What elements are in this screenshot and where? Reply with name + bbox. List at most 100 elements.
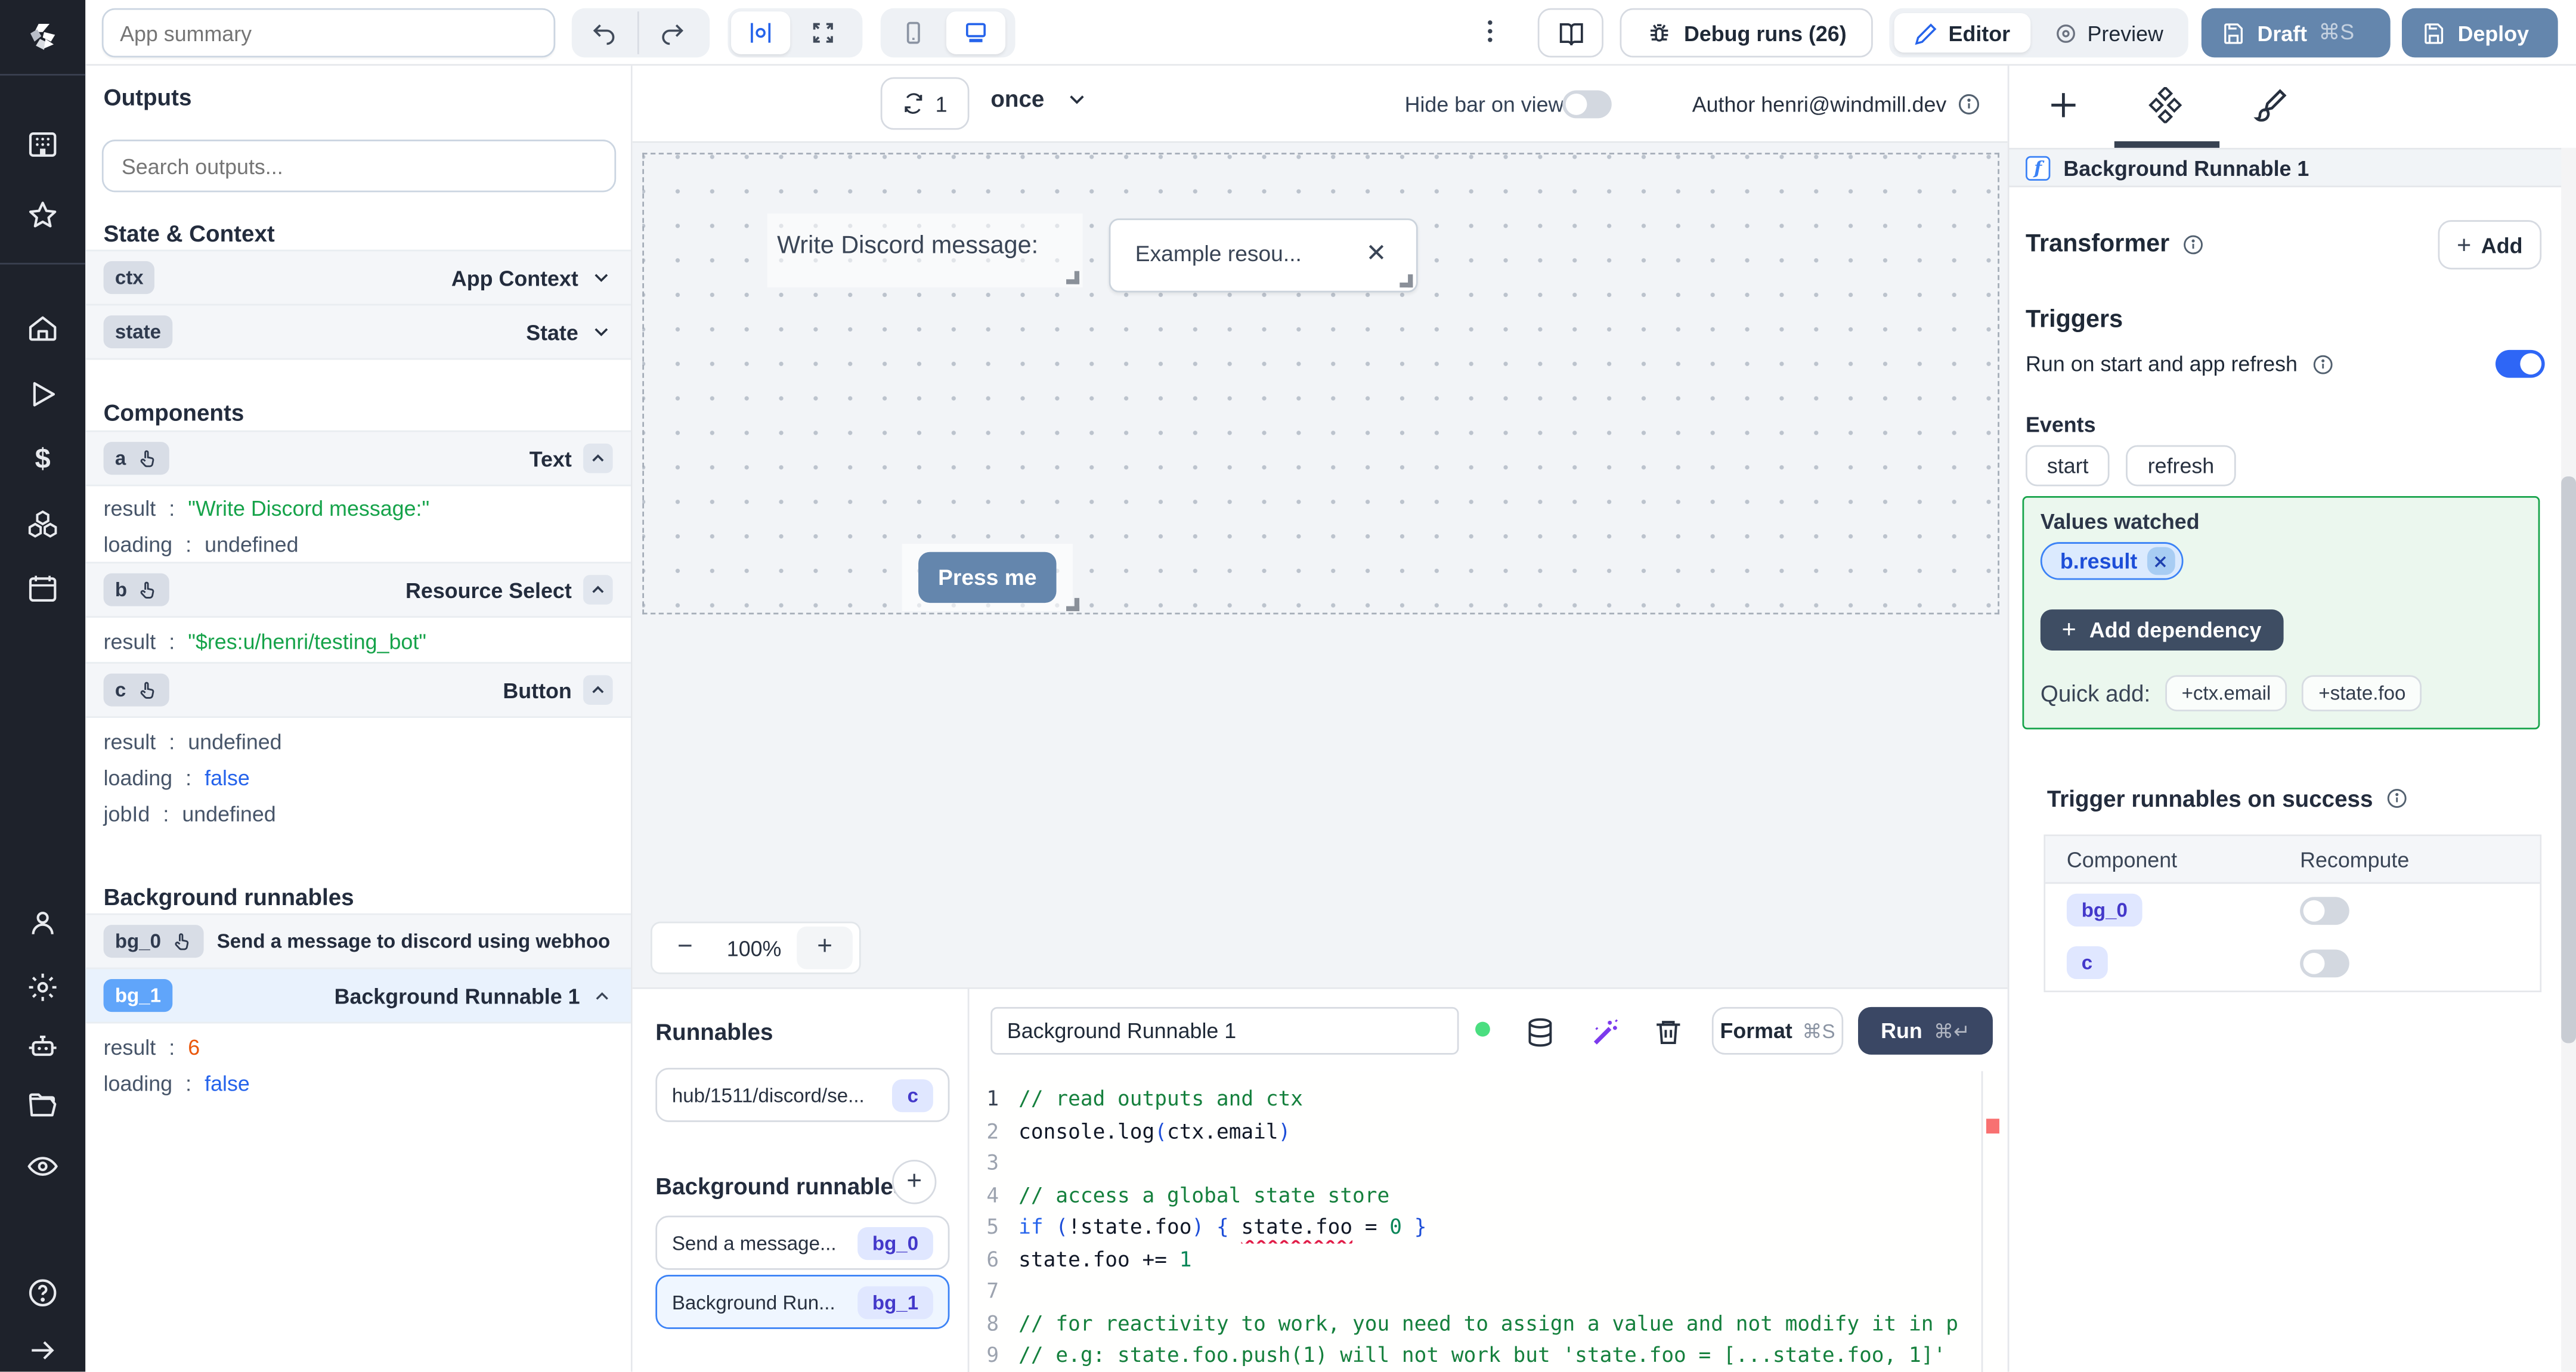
deploy-button[interactable]: Deploy	[2401, 8, 2558, 58]
windmill-logo-icon[interactable]	[26, 20, 59, 52]
variables-dollar-icon[interactable]: $	[26, 444, 59, 476]
state-row[interactable]: state State	[85, 303, 631, 360]
app-canvas[interactable]: Write Discord message: Example resou... …	[632, 143, 2008, 987]
panel-scrollbar-thumb[interactable]	[2561, 476, 2576, 1043]
remove-watched-x-icon[interactable]	[2147, 547, 2175, 575]
zoom-out-button[interactable]: −	[659, 927, 711, 970]
canvas-grid[interactable]: Write Discord message: Example resou... …	[642, 153, 1999, 615]
panel-scrollbar-track[interactable]	[2561, 147, 2576, 1372]
component-c-row[interactable]: c Button	[85, 662, 631, 718]
component-b-type: Resource Select	[405, 577, 572, 602]
button-component-wrapper: Press me	[902, 543, 1080, 611]
hub-runnable-card[interactable]: hub/1511/discord/se... c	[655, 1067, 950, 1122]
frequency-dropdown[interactable]: once	[990, 85, 1088, 112]
help-icon[interactable]	[26, 1277, 59, 1309]
schedules-calendar-icon[interactable]	[26, 572, 59, 605]
runnables-editor-panel: Runnables hub/1511/discord/se... c Backg…	[632, 987, 2008, 1372]
info-icon[interactable]	[1956, 92, 1981, 116]
favorites-star-icon[interactable]	[26, 199, 59, 231]
resize-handle[interactable]	[1066, 271, 1080, 284]
overview-ruler	[1981, 1071, 1983, 1372]
runnables-sidebar: Runnables hub/1511/discord/se... c Backg…	[633, 989, 970, 1372]
runs-play-icon[interactable]	[26, 378, 59, 411]
bg1-runnable-card-selected[interactable]: Background Run... bg_1	[655, 1274, 950, 1329]
app-summary-input[interactable]	[101, 8, 556, 58]
component-a-row[interactable]: a Text	[85, 430, 631, 487]
recompute-toggle-c[interactable]	[2300, 949, 2349, 977]
resize-handle[interactable]	[1066, 597, 1080, 611]
tab-editor[interactable]: Editor	[1894, 13, 2030, 53]
run-button[interactable]: Run ⌘↵	[1858, 1006, 1993, 1055]
hide-bar-toggle[interactable]	[1562, 90, 1612, 119]
press-me-button[interactable]: Press me	[918, 552, 1057, 603]
tab-preview[interactable]: Preview	[2033, 13, 2183, 52]
bg1-row[interactable]: bg_1 Background Runnable 1	[85, 967, 631, 1024]
delete-trash-icon[interactable]	[1653, 1017, 1684, 1048]
code-lines[interactable]: 1// read outputs and ctx 2 console.log(ct…	[969, 1071, 2008, 1372]
collapse-chevron-up-icon[interactable]	[583, 443, 613, 473]
quick-add-ctx-email[interactable]: +ctx.email	[2165, 675, 2287, 711]
add-dependency-label: Add dependency	[2089, 617, 2262, 643]
info-icon[interactable]	[2386, 787, 2410, 810]
runnable-name-input[interactable]	[990, 1006, 1459, 1055]
folders-icon[interactable]	[26, 1089, 59, 1122]
workers-robot-icon[interactable]	[26, 1030, 59, 1063]
search-outputs-input[interactable]	[101, 140, 617, 193]
add-transformer-button[interactable]: + Add	[2438, 220, 2542, 270]
zoom-level: 100%	[726, 936, 782, 961]
centered-layout-icon[interactable]	[731, 11, 791, 54]
quick-add-state-foo[interactable]: +state.foo	[2302, 675, 2422, 711]
info-icon[interactable]	[2311, 352, 2334, 376]
audit-eye-icon[interactable]	[26, 1150, 59, 1183]
watched-value-chip[interactable]: b.result	[2040, 542, 2184, 580]
chevron-up-icon[interactable]	[592, 985, 613, 1006]
desktop-view-icon[interactable]	[946, 11, 1006, 54]
bg1-badge: bg_1	[103, 979, 173, 1012]
resize-handle[interactable]	[1400, 274, 1413, 288]
component-settings-tab-icon[interactable]	[2147, 87, 2184, 123]
user-icon[interactable]	[26, 907, 59, 940]
ai-wand-icon[interactable]	[1590, 1017, 1621, 1048]
zoom-in-button[interactable]: +	[797, 926, 853, 970]
docs-book-button[interactable]	[1537, 8, 1603, 58]
home-icon[interactable]	[26, 312, 59, 345]
format-button[interactable]: Format ⌘S	[1711, 1006, 1844, 1055]
undo-button[interactable]	[575, 11, 634, 54]
bg0-runnable-card[interactable]: Send a message... bg_0	[655, 1215, 950, 1270]
add-dependency-button[interactable]: + Add dependency	[2040, 609, 2283, 651]
clear-x-icon[interactable]: ✕	[1366, 238, 1387, 268]
collapse-arrow-icon[interactable]	[26, 1334, 59, 1367]
chevron-down-icon[interactable]	[590, 320, 613, 343]
component-a-type: Text	[529, 446, 572, 471]
draft-button[interactable]: Draft ⌘S	[2201, 8, 2391, 58]
info-icon[interactable]	[2181, 233, 2205, 256]
debug-runs-button[interactable]: Debug runs (26)	[1620, 8, 1873, 58]
bg0-row[interactable]: bg_0 Send a message to discord using web…	[85, 913, 631, 970]
output-kv-row: result:6	[103, 1035, 200, 1060]
more-menu-icon[interactable]	[1475, 17, 1505, 49]
cache-database-icon[interactable]	[1525, 1017, 1556, 1048]
collapse-chevron-up-icon[interactable]	[583, 675, 613, 705]
device-preview-group	[880, 8, 1015, 58]
resources-blocks-icon[interactable]	[26, 507, 59, 540]
canvas-column: 1 once Hide bar on view Author henri@win…	[632, 66, 2008, 1372]
redo-button[interactable]	[642, 11, 701, 54]
component-b-row[interactable]: b Resource Select	[85, 562, 631, 618]
workspace-icon[interactable]	[26, 128, 59, 161]
collapse-chevron-up-icon[interactable]	[583, 575, 613, 605]
chevron-down-icon[interactable]	[590, 266, 613, 289]
run-on-start-toggle[interactable]	[2495, 349, 2545, 378]
add-component-tab-icon[interactable]	[2045, 87, 2082, 123]
run-on-start-label: Run on start and app refresh	[2026, 351, 2298, 376]
recompute-toggle-bg0[interactable]	[2300, 896, 2349, 924]
styling-brush-tab-icon[interactable]	[2252, 87, 2289, 123]
mobile-view-icon[interactable]	[884, 11, 943, 54]
expand-layout-icon[interactable]	[794, 11, 853, 54]
text-component[interactable]: Write Discord message:	[767, 213, 1083, 288]
refresh-count-button[interactable]: 1	[880, 77, 970, 130]
add-background-runnable-button[interactable]: +	[892, 1160, 937, 1204]
resource-select-component[interactable]: Example resou... ✕	[1109, 218, 1418, 293]
line-number: 5	[986, 1214, 999, 1239]
settings-gear-icon[interactable]	[26, 971, 59, 1004]
ctx-row[interactable]: ctx App Context	[85, 249, 631, 306]
